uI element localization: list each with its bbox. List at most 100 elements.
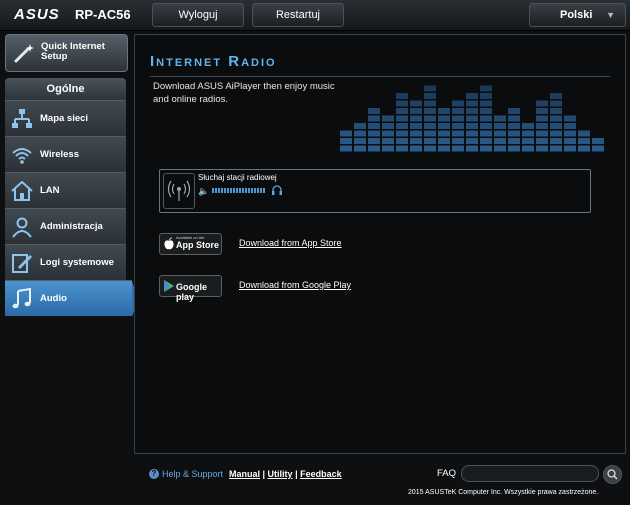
equalizer-cell bbox=[480, 138, 492, 144]
sidebar-menu: Ogólne Mapa sieci Wireless LAN Administr… bbox=[5, 78, 138, 317]
equalizer-cell bbox=[424, 85, 436, 92]
help-icon[interactable]: ? bbox=[149, 469, 159, 479]
equalizer-cell bbox=[522, 123, 534, 129]
google-play-badge[interactable]: Google play bbox=[159, 275, 222, 302]
equalizer-cell bbox=[550, 93, 562, 99]
equalizer-cell bbox=[410, 130, 422, 137]
volume-segment bbox=[215, 188, 217, 193]
language-select[interactable]: Polski ▼ bbox=[529, 3, 626, 27]
equalizer-cell bbox=[410, 100, 422, 107]
equalizer-cell bbox=[340, 145, 352, 152]
sidebar-item-system-log[interactable]: Logi systemowe bbox=[5, 244, 126, 280]
equalizer-cell bbox=[536, 108, 548, 114]
equalizer-cell bbox=[424, 123, 436, 129]
sidebar-item-label: Administracja bbox=[40, 221, 103, 232]
equalizer-cell bbox=[424, 108, 436, 114]
top-bar: ASUS RP-AC56 Wyloguj Restartuj Polski ▼ bbox=[0, 0, 630, 31]
equalizer-cell bbox=[382, 123, 394, 129]
sidebar-item-label: Logi systemowe bbox=[40, 257, 114, 268]
speaker-icon[interactable]: 🔈 bbox=[198, 186, 209, 197]
volume-segment bbox=[230, 188, 232, 193]
equalizer-cell bbox=[522, 145, 534, 152]
equalizer-cell bbox=[452, 130, 464, 137]
user-admin-icon bbox=[12, 217, 32, 238]
sidebar-item-lan[interactable]: LAN bbox=[5, 172, 126, 208]
manual-link[interactable]: Manual bbox=[229, 469, 260, 479]
sidebar-item-administration[interactable]: Administracja bbox=[5, 208, 126, 244]
equalizer-cell bbox=[410, 108, 422, 114]
equalizer-cell bbox=[564, 123, 576, 129]
sidebar-item-audio[interactable]: Audio bbox=[5, 280, 138, 317]
volume-segment bbox=[236, 188, 238, 193]
sidebar-item-label: Audio bbox=[40, 293, 67, 304]
equalizer-cell bbox=[354, 123, 366, 129]
equalizer-cell bbox=[368, 130, 380, 137]
equalizer-cell bbox=[550, 138, 562, 144]
volume-segment bbox=[263, 188, 265, 193]
equalizer-cell bbox=[466, 130, 478, 137]
equalizer-cell bbox=[536, 130, 548, 137]
equalizer-cell bbox=[480, 130, 492, 137]
utility-link[interactable]: Utility bbox=[268, 469, 293, 479]
equalizer-cell bbox=[494, 130, 506, 137]
copyright-text: 2015 ASUSTeK Computer Inc. Wszystkie pra… bbox=[408, 489, 599, 496]
equalizer-cell bbox=[550, 100, 562, 107]
equalizer-cell bbox=[550, 108, 562, 114]
system-log-icon bbox=[12, 254, 32, 273]
equalizer-cell bbox=[368, 108, 380, 114]
equalizer-cell bbox=[438, 115, 450, 122]
volume-segment bbox=[245, 188, 247, 193]
volume-segment bbox=[257, 188, 259, 193]
volume-segment bbox=[239, 188, 241, 193]
equalizer-cell bbox=[466, 100, 478, 107]
logout-button[interactable]: Wyloguj bbox=[152, 3, 244, 27]
sidebar-item-network-map[interactable]: Mapa sieci bbox=[5, 100, 126, 136]
equalizer-cell bbox=[424, 100, 436, 107]
faq-search-input[interactable] bbox=[461, 465, 599, 482]
help-support-link[interactable]: Help & Support bbox=[162, 469, 223, 479]
equalizer-cell bbox=[480, 85, 492, 92]
equalizer-cell bbox=[452, 100, 464, 107]
equalizer-cell bbox=[564, 145, 576, 152]
restart-button[interactable]: Restartuj bbox=[252, 3, 344, 27]
equalizer-cell bbox=[508, 130, 520, 137]
network-map-icon bbox=[12, 109, 32, 128]
equalizer-cell bbox=[382, 145, 394, 152]
equalizer-cell bbox=[410, 138, 422, 144]
music-note-icon bbox=[12, 287, 31, 309]
faq-label: FAQ bbox=[437, 468, 457, 479]
sidebar-section-title: Ogólne bbox=[5, 78, 126, 100]
wireless-icon bbox=[12, 148, 32, 164]
google-play-badge-title: Google play bbox=[176, 282, 207, 302]
equalizer-cell bbox=[438, 138, 450, 144]
play-store-icon bbox=[164, 280, 174, 292]
app-store-link[interactable]: Download from App Store bbox=[239, 238, 342, 248]
app-store-badge[interactable]: Available on the App Store bbox=[159, 233, 222, 255]
equalizer-cell bbox=[564, 115, 576, 122]
equalizer-cell bbox=[480, 123, 492, 129]
equalizer-cell bbox=[396, 138, 408, 144]
equalizer-cell bbox=[508, 138, 520, 144]
quick-internet-setup-button[interactable]: Quick Internet Setup bbox=[5, 34, 128, 72]
equalizer-cell bbox=[550, 145, 562, 152]
google-play-link[interactable]: Download from Google Play bbox=[239, 280, 351, 290]
feedback-link[interactable]: Feedback bbox=[300, 469, 342, 479]
equalizer-cell bbox=[466, 93, 478, 99]
equalizer-cell bbox=[578, 138, 590, 144]
chevron-down-icon: ▼ bbox=[606, 10, 615, 20]
radio-station-icon[interactable] bbox=[163, 173, 195, 209]
equalizer-cell bbox=[424, 145, 436, 152]
volume-segment bbox=[221, 188, 223, 193]
equalizer-cell bbox=[494, 115, 506, 122]
equalizer-cell bbox=[466, 123, 478, 129]
equalizer-cell bbox=[368, 115, 380, 122]
headphones-icon[interactable] bbox=[271, 184, 283, 196]
equalizer-graphic bbox=[340, 85, 604, 152]
equalizer-cell bbox=[452, 145, 464, 152]
search-icon[interactable] bbox=[603, 465, 622, 484]
equalizer-cell bbox=[578, 130, 590, 137]
equalizer-cell bbox=[410, 123, 422, 129]
sidebar-item-label: Wireless bbox=[40, 149, 79, 160]
sidebar-item-wireless[interactable]: Wireless bbox=[5, 136, 126, 172]
volume-slider[interactable] bbox=[212, 188, 266, 193]
